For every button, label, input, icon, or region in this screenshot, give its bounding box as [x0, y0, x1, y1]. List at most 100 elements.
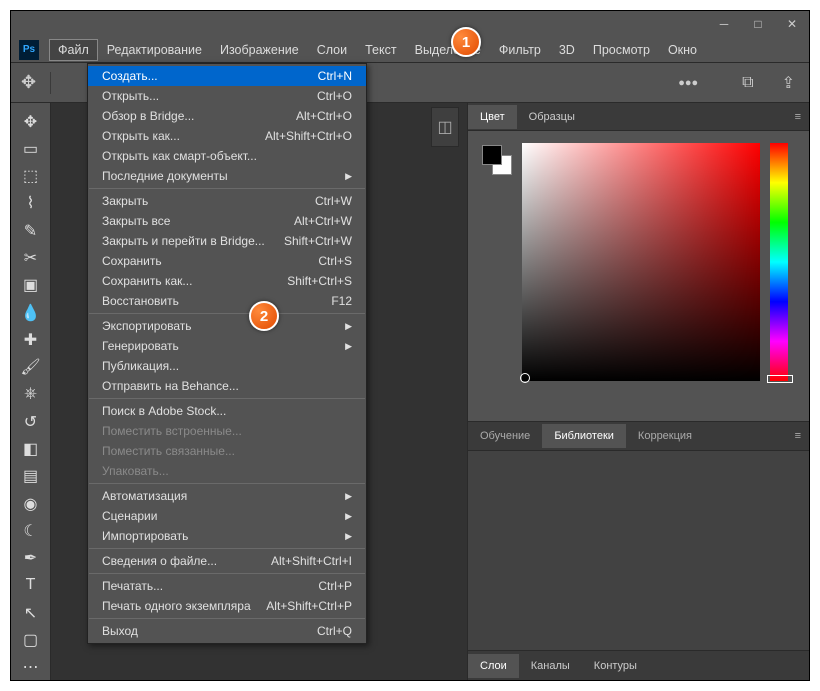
menu-item[interactable]: Печать одного экземпляраAlt+Shift+Ctrl+P [88, 596, 366, 616]
menu-item[interactable]: Создать...Ctrl+N [88, 66, 366, 86]
menu-item-shortcut: Ctrl+W [315, 194, 352, 208]
submenu-arrow-icon: ▶ [345, 531, 352, 542]
menu-item-label: Последние документы [102, 169, 228, 183]
menu-item[interactable]: Публикация... [88, 356, 366, 376]
foreground-swatch[interactable] [482, 145, 502, 165]
menu-item[interactable]: Автоматизация▶ [88, 486, 366, 506]
tool-blur[interactable]: ◉ [17, 491, 45, 516]
panel-menu-icon[interactable]: ≡ [787, 111, 809, 123]
3d-mode-icon[interactable]: ⧉ [742, 74, 753, 92]
tool-brush[interactable]: 🖌 [17, 355, 45, 380]
close-button[interactable]: ✕ [783, 15, 801, 33]
menu-item[interactable]: Последние документы▶ [88, 166, 366, 186]
menu-item-shortcut: Alt+Shift+Ctrl+O [265, 129, 352, 143]
menu-item[interactable]: Импортировать▶ [88, 526, 366, 546]
tab-layers[interactable]: Слои [468, 654, 519, 678]
menu-item[interactable]: СохранитьCtrl+S [88, 251, 366, 271]
tool-healing[interactable]: ✚ [17, 327, 45, 352]
menu-item-label: Упаковать... [102, 464, 169, 478]
menu-item-shortcut: Alt+Ctrl+O [296, 109, 352, 123]
tool-history-brush[interactable]: ↺ [17, 409, 45, 434]
mid-panel-tabs: Обучение Библиотеки Коррекция ≡ [468, 421, 809, 451]
tab-paths[interactable]: Контуры [582, 654, 649, 678]
tool-more[interactable]: ⋯ [17, 655, 45, 680]
menu-item[interactable]: Открыть как смарт-объект... [88, 146, 366, 166]
menu-separator [89, 618, 365, 619]
tool-type[interactable]: T [17, 573, 45, 598]
menu-item-label: Печатать... [102, 579, 163, 593]
menu-item[interactable]: Печатать...Ctrl+P [88, 576, 366, 596]
minimize-button[interactable]: ─ [715, 15, 733, 33]
menu-item-shortcut: Ctrl+Q [317, 624, 352, 638]
tool-path-select[interactable]: ↖ [17, 600, 45, 625]
tool-pen[interactable]: ✒ [17, 546, 45, 571]
tool-eraser[interactable]: ◧ [17, 436, 45, 461]
menu-item-label: Автоматизация [102, 489, 187, 503]
menu-image[interactable]: Изображение [211, 39, 308, 61]
more-options-icon[interactable]: ●●● [678, 77, 698, 89]
tab-swatches[interactable]: Образцы [517, 105, 587, 129]
menu-item[interactable]: Сценарии▶ [88, 506, 366, 526]
menu-item[interactable]: Закрыть всеAlt+Ctrl+W [88, 211, 366, 231]
fg-bg-swatch[interactable] [482, 145, 512, 175]
menu-item[interactable]: Выход Ctrl+Q [88, 621, 366, 641]
menu-view[interactable]: Просмотр [584, 39, 659, 61]
tab-adjustments[interactable]: Коррекция [626, 424, 704, 448]
menu-edit[interactable]: Редактирование [98, 39, 211, 61]
menu-item[interactable]: Сведения о файле...Alt+Shift+Ctrl+I [88, 551, 366, 571]
tool-lasso[interactable]: ⌇ [17, 191, 45, 216]
tool-frame[interactable]: ▣ [17, 273, 45, 298]
annotation-badge-2: 2 [249, 301, 279, 331]
tool-rectangle[interactable]: ▢ [17, 627, 45, 652]
menu-3d[interactable]: 3D [550, 39, 584, 61]
panel-menu-icon[interactable]: ≡ [787, 430, 809, 442]
menu-layers[interactable]: Слои [308, 39, 356, 61]
menu-text[interactable]: Текст [356, 39, 405, 61]
tool-clone[interactable]: ⎈ [17, 382, 45, 407]
menu-item[interactable]: Обзор в Bridge... Alt+Ctrl+O [88, 106, 366, 126]
menu-item[interactable]: Сохранить как...Shift+Ctrl+S [88, 271, 366, 291]
tab-color[interactable]: Цвет [468, 105, 517, 129]
tab-channels[interactable]: Каналы [519, 654, 582, 678]
tool-crop[interactable]: ✂ [17, 245, 45, 270]
menu-item[interactable]: Открыть...Ctrl+O [88, 86, 366, 106]
window-titlebar: ─ □ ✕ [11, 11, 809, 37]
app-logo: Ps [19, 40, 39, 60]
menu-item-label: Восстановить [102, 294, 179, 308]
collapsed-panel-icon[interactable]: ◫ [431, 107, 459, 147]
menu-item-label: Публикация... [102, 359, 179, 373]
panels-dock: Цвет Образцы ≡ Обучение Библиотеки Корре… [467, 103, 809, 680]
menu-item[interactable]: ЗакрытьCtrl+W [88, 191, 366, 211]
tool-move[interactable]: ✥ [17, 109, 45, 134]
tool-marquee[interactable]: ⬚ [17, 164, 45, 189]
align-left-icon[interactable] [65, 76, 81, 90]
tab-learn[interactable]: Обучение [468, 424, 542, 448]
color-field[interactable] [522, 143, 760, 381]
hue-slider[interactable] [770, 143, 788, 381]
menu-item[interactable]: Поиск в Adobe Stock... [88, 401, 366, 421]
menu-item-label: Обзор в Bridge... [102, 109, 194, 123]
share-icon[interactable]: ⇪ [782, 73, 795, 93]
menu-item-shortcut: Ctrl+O [317, 89, 352, 103]
tab-libraries[interactable]: Библиотеки [542, 424, 626, 448]
menu-item[interactable]: Открыть как...Alt+Shift+Ctrl+O [88, 126, 366, 146]
tool-gradient[interactable]: ▤ [17, 464, 45, 489]
menu-item-label: Выход [102, 624, 138, 638]
tool-eyedropper[interactable]: 💧 [17, 300, 45, 325]
menu-item-label: Поместить встроенные... [102, 424, 242, 438]
menu-item-label: Поиск в Adobe Stock... [102, 404, 226, 418]
menu-item[interactable]: Закрыть и перейти в Bridge...Shift+Ctrl+… [88, 231, 366, 251]
tool-quick-select[interactable]: ✎ [17, 218, 45, 243]
maximize-button[interactable]: □ [749, 15, 767, 33]
tool-artboard[interactable]: ▭ [17, 136, 45, 161]
menu-item-shortcut: Ctrl+S [318, 254, 352, 268]
tool-dodge[interactable]: ☾ [17, 518, 45, 543]
menu-filter[interactable]: Фильтр [490, 39, 550, 61]
file-menu-dropdown: Создать...Ctrl+NОткрыть...Ctrl+OОбзор в … [87, 63, 367, 644]
menu-window[interactable]: Окно [659, 39, 706, 61]
menu-item[interactable]: ВосстановитьF12 [88, 291, 366, 311]
menu-item[interactable]: Экспортировать▶ [88, 316, 366, 336]
menu-item[interactable]: Отправить на Behance... [88, 376, 366, 396]
menu-file[interactable]: Файл [49, 39, 98, 61]
menu-item[interactable]: Генерировать▶ [88, 336, 366, 356]
